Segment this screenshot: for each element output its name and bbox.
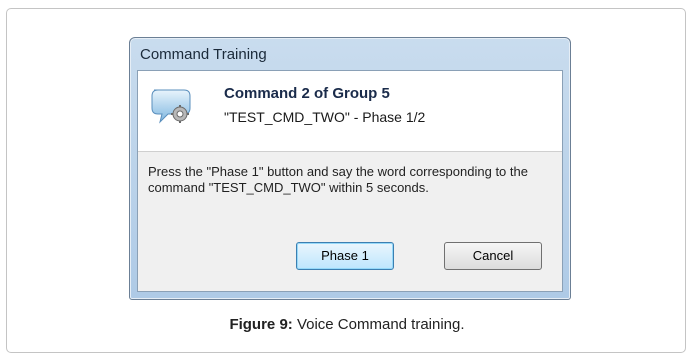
figure-caption: Figure 9: Voice Command training. xyxy=(0,316,694,333)
figure-caption-text: Voice Command training. xyxy=(292,316,465,333)
command-subheading: "TEST_CMD_TWO" - Phase 1/2 xyxy=(224,109,426,125)
instruction-text: Press the "Phase 1" button and say the w… xyxy=(148,164,528,195)
dialog-titlebar[interactable]: Command Training xyxy=(130,38,570,70)
dialog-header: Command 2 of Group 5 "TEST_CMD_TWO" - Ph… xyxy=(138,71,562,141)
dialog-client-area: Command 2 of Group 5 "TEST_CMD_TWO" - Ph… xyxy=(137,70,563,292)
command-training-dialog: Command Training Command 2 of Group 5 "T… xyxy=(129,37,571,300)
dialog-title: Command Training xyxy=(140,46,267,63)
command-heading: Command 2 of Group 5 xyxy=(224,85,390,102)
figure-caption-label: Figure 9: xyxy=(229,316,293,333)
cancel-button[interactable]: Cancel xyxy=(444,242,542,270)
dialog-body: Press the "Phase 1" button and say the w… xyxy=(138,152,562,291)
phase-1-button[interactable]: Phase 1 xyxy=(296,242,394,270)
speech-bubble-gear-icon xyxy=(150,86,194,126)
